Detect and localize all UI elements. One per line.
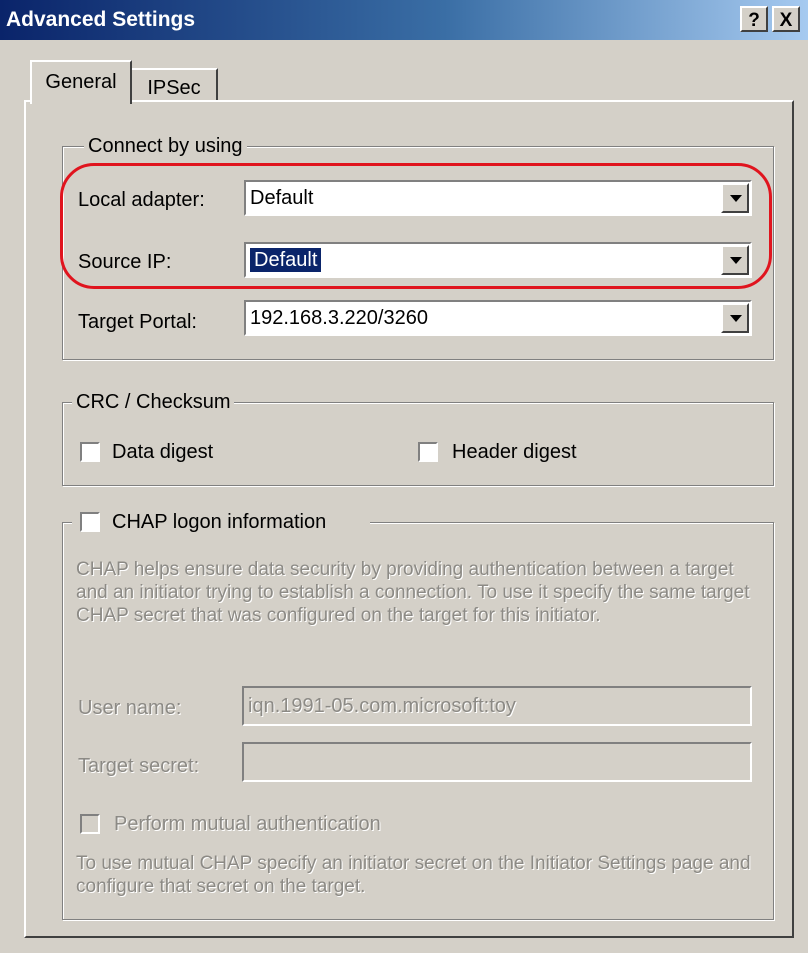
target-portal-dropdown[interactable]: 192.168.3.220/3260 bbox=[244, 300, 752, 336]
tab-ipsec[interactable]: IPSec bbox=[130, 68, 218, 102]
help-button[interactable]: ? bbox=[740, 6, 768, 32]
header-digest-label[interactable]: Header digest bbox=[452, 440, 577, 464]
header-digest-checkbox[interactable] bbox=[418, 442, 438, 462]
general-tab-panel: Connect by using Local adapter: Default … bbox=[24, 100, 794, 938]
user-name-value: iqn.1991-05.com.microsoft:toy bbox=[248, 695, 516, 717]
crc-group-legend: CRC / Checksum bbox=[72, 390, 235, 414]
mutual-auth-checkbox[interactable] bbox=[80, 814, 100, 834]
target-secret-field[interactable] bbox=[242, 742, 752, 782]
user-name-field[interactable]: iqn.1991-05.com.microsoft:toy bbox=[242, 686, 752, 726]
chap-logon-checkbox[interactable] bbox=[80, 512, 100, 532]
local-adapter-label: Local adapter: bbox=[78, 189, 205, 211]
connect-group-legend: Connect by using bbox=[84, 134, 247, 158]
mutual-chap-note: To use mutual CHAP specify an initiator … bbox=[76, 853, 751, 897]
data-digest-checkbox[interactable] bbox=[80, 442, 100, 462]
source-ip-dropdown[interactable]: Default bbox=[244, 242, 752, 278]
chevron-down-icon[interactable] bbox=[721, 303, 749, 333]
local-adapter-dropdown[interactable]: Default bbox=[244, 180, 752, 216]
mutual-auth-label[interactable]: Perform mutual authentication bbox=[114, 812, 381, 836]
tab-general[interactable]: General bbox=[30, 60, 132, 104]
title-bar[interactable]: Advanced Settings ? X bbox=[0, 0, 808, 40]
target-secret-label: Target secret: bbox=[78, 755, 200, 777]
close-button[interactable]: X bbox=[772, 6, 800, 32]
data-digest-label[interactable]: Data digest bbox=[112, 440, 213, 464]
source-ip-label: Source IP: bbox=[78, 251, 172, 273]
chevron-down-icon[interactable] bbox=[721, 183, 749, 213]
advanced-settings-dialog: Advanced Settings ? X General IPSec Conn… bbox=[0, 0, 808, 953]
target-portal-label: Target Portal: bbox=[78, 311, 197, 333]
chap-logon-label[interactable]: CHAP logon information bbox=[112, 510, 326, 534]
source-ip-value: Default bbox=[248, 247, 323, 273]
dialog-title: Advanced Settings bbox=[6, 8, 196, 31]
chevron-down-icon[interactable] bbox=[721, 245, 749, 275]
target-portal-value: 192.168.3.220/3260 bbox=[250, 307, 428, 329]
chap-description: CHAP helps ensure data security by provi… bbox=[76, 559, 750, 626]
local-adapter-value: Default bbox=[250, 187, 314, 209]
user-name-label: User name: bbox=[78, 697, 182, 719]
